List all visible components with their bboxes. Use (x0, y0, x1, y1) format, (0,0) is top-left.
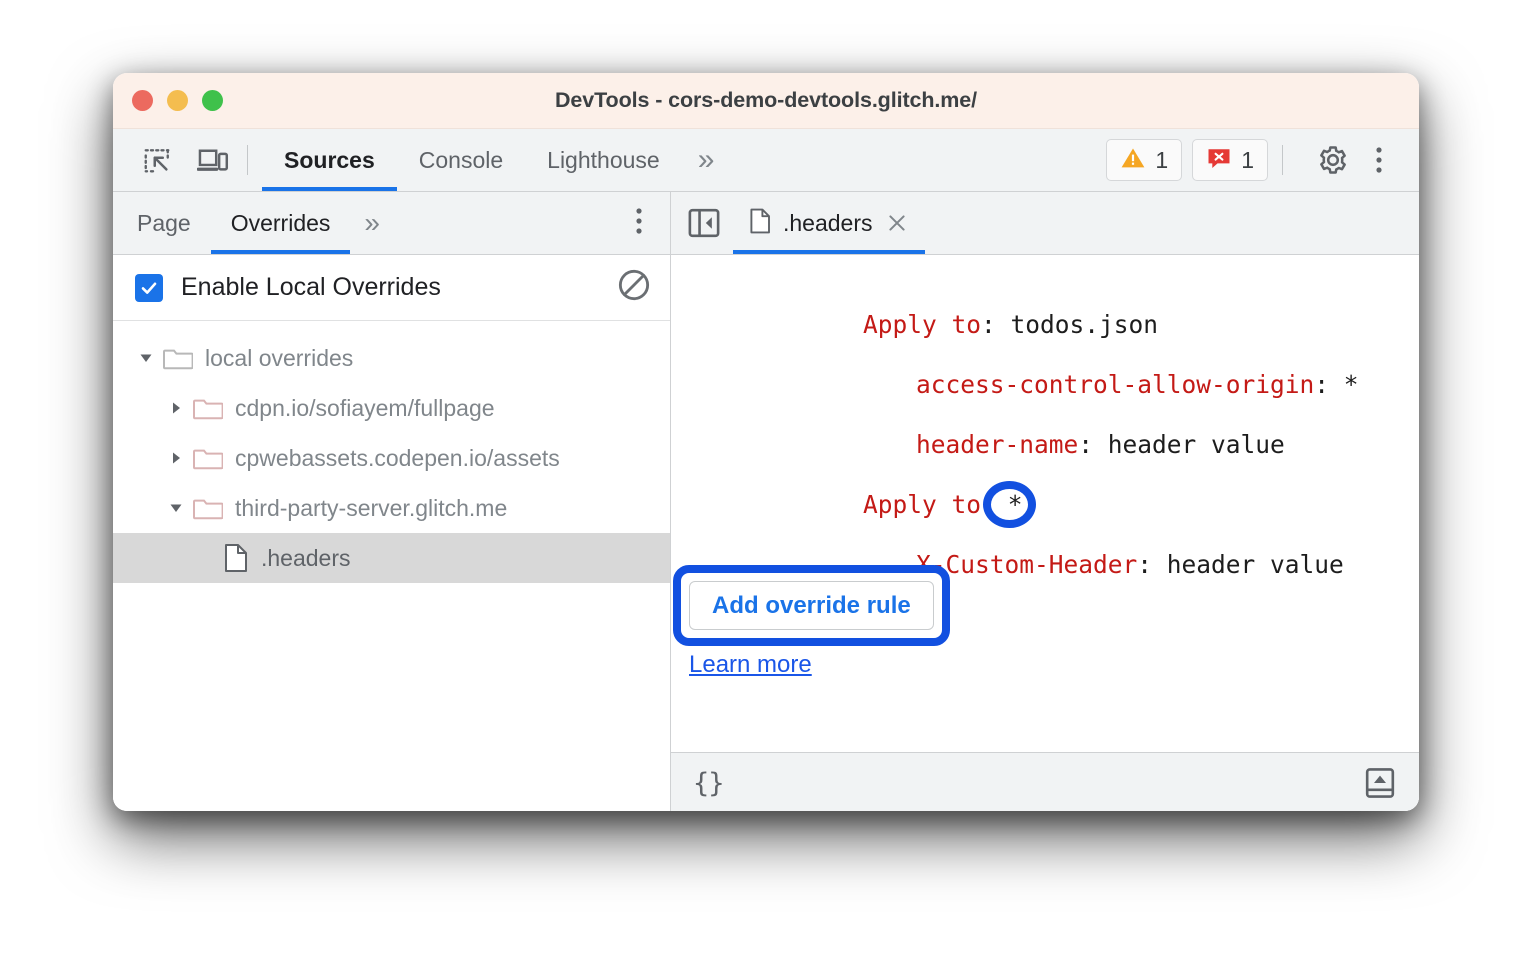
header-name-2[interactable]: header-name (916, 430, 1078, 459)
nav-tab-page[interactable]: Page (117, 192, 211, 254)
screenshot-canvas: DevTools - cors-demo-devtools.glitch.me/ (0, 0, 1526, 960)
navigator-tabs: Page Overrides » (113, 192, 670, 255)
tree-row-cpwebassets[interactable]: cpwebassets.codepen.io/assets (113, 433, 670, 483)
header-sep-1: : (1314, 370, 1344, 399)
folder-icon (193, 495, 223, 521)
devtools-main-toolbar: Sources Console Lighthouse » 1 1 (113, 129, 1419, 192)
error-icon (1206, 146, 1232, 175)
tree-row-local-overrides[interactable]: local overrides (113, 333, 670, 383)
apply-to-sep-2: : (981, 490, 996, 519)
chevron-right-icon[interactable] (165, 447, 187, 469)
show-navigator-icon[interactable] (687, 206, 721, 240)
apply-to-key-2: Apply to (863, 490, 982, 519)
apply-to-value-2[interactable]: * (996, 490, 1023, 519)
folder-icon (163, 345, 193, 371)
device-toolbar-icon[interactable] (193, 140, 233, 180)
tree-row-label: local overrides (205, 344, 354, 371)
kebab-menu-icon[interactable] (1359, 140, 1399, 180)
devtools-split: Page Overrides » Enable Local Overrides … (113, 192, 1419, 811)
tree-row-cdpn[interactable]: cdpn.io/sofiayem/fullpage (113, 383, 670, 433)
tree-row-label: third-party-server.glitch.me (235, 494, 508, 521)
tree-row-label: cpwebassets.codepen.io/assets (235, 444, 560, 471)
tab-sources[interactable]: Sources (262, 129, 397, 191)
tab-console[interactable]: Console (397, 129, 525, 191)
chevron-down-icon[interactable] (165, 497, 187, 519)
warning-icon (1120, 146, 1146, 175)
show-drawer-icon[interactable] (1363, 766, 1397, 800)
close-icon[interactable] (885, 211, 909, 235)
editor-tab-label: .headers (783, 209, 873, 236)
apply-to-key-1: Apply to (863, 310, 982, 339)
header-value-2[interactable]: header value (1108, 430, 1285, 459)
overrides-file-tree: local overrides cdpn.io/sofiayem/fullpag… (113, 321, 670, 583)
navigator-kebab-menu-icon[interactable] (634, 206, 644, 241)
warning-counter[interactable]: 1 (1106, 139, 1183, 181)
tab-lighthouse[interactable]: Lighthouse (525, 129, 682, 191)
error-count: 1 (1241, 146, 1254, 173)
warning-count: 1 (1155, 146, 1169, 173)
apply-to-value-1[interactable]: todos.json (1011, 310, 1159, 339)
enable-local-overrides-row[interactable]: Enable Local Overrides (113, 255, 670, 321)
toolbar-divider-2 (1282, 145, 1283, 175)
header-sep-3: : (1137, 550, 1167, 579)
folder-icon (193, 395, 223, 421)
clear-configuration-icon[interactable] (616, 267, 652, 308)
tree-row-label: .headers (261, 544, 351, 571)
chevron-right-icon[interactable] (165, 397, 187, 419)
learn-more-link[interactable]: Learn more (689, 651, 812, 679)
nav-tab-overrides[interactable]: Overrides (210, 192, 351, 254)
enable-local-overrides-checkbox[interactable] (135, 273, 163, 302)
header-value-3[interactable]: header value (1167, 550, 1344, 579)
file-icon (749, 208, 771, 239)
add-override-rule-button[interactable]: Add override rule (689, 581, 934, 630)
editor-pane: .headers Apply to: todos.json access-con… (671, 192, 1419, 811)
window-titlebar: DevTools - cors-demo-devtools.glitch.me/ (113, 73, 1419, 129)
window-title: DevTools - cors-demo-devtools.glitch.me/ (554, 88, 978, 112)
enable-local-overrides-label: Enable Local Overrides (181, 273, 441, 301)
devtools-window: DevTools - cors-demo-devtools.glitch.me/ (113, 73, 1419, 811)
more-navigator-tabs-icon[interactable]: » (350, 209, 390, 237)
header-sep-2: : (1078, 430, 1108, 459)
header-name-3[interactable]: X-Custom-Header (916, 550, 1137, 579)
tree-row-headers-file[interactable]: .headers (113, 533, 670, 583)
header-value-1[interactable]: * (1344, 370, 1359, 399)
navigator-pane: Page Overrides » Enable Local Overrides … (113, 192, 671, 811)
toolbar-divider (247, 145, 248, 175)
tree-row-label: cdpn.io/sofiayem/fullpage (235, 394, 495, 421)
gear-icon[interactable] (1313, 140, 1353, 180)
error-counter[interactable]: 1 (1192, 139, 1268, 181)
chevron-down-icon[interactable] (135, 347, 157, 369)
editor-tabbar: .headers (671, 192, 1419, 255)
inspect-element-icon[interactable] (137, 140, 177, 180)
editor-statusbar: {} (671, 752, 1419, 811)
more-panels-icon[interactable]: » (682, 145, 727, 175)
toolbar-right-group: 1 1 (1096, 139, 1419, 181)
format-code-button[interactable]: {} (693, 768, 725, 799)
headers-editor[interactable]: Apply to: todos.json access-control-allo… (671, 255, 1419, 752)
folder-icon (193, 445, 223, 471)
editor-tab-headers[interactable]: .headers (733, 192, 925, 254)
tree-row-third-party-server[interactable]: third-party-server.glitch.me (113, 483, 670, 533)
header-name-1[interactable]: access-control-allow-origin (916, 370, 1314, 399)
apply-to-sep-1: : (981, 310, 1011, 339)
file-icon (223, 543, 249, 573)
